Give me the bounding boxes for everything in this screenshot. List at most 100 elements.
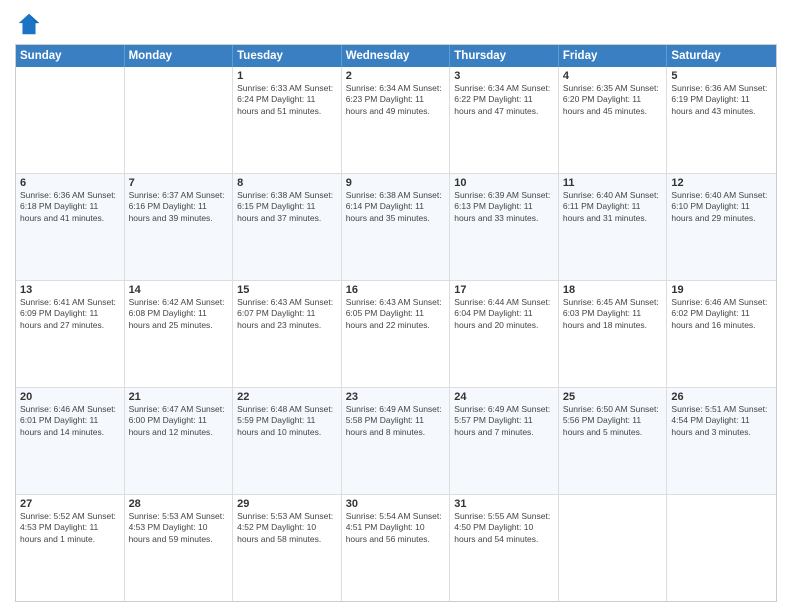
header-day-tuesday: Tuesday [233,45,342,67]
week-row-2: 6Sunrise: 6:36 AM Sunset: 6:18 PM Daylig… [16,174,776,281]
day-number: 20 [20,391,120,403]
cal-cell: 25Sunrise: 6:50 AM Sunset: 5:56 PM Dayli… [559,388,668,494]
week-row-4: 20Sunrise: 6:46 AM Sunset: 6:01 PM Dayli… [16,388,776,495]
cal-cell: 10Sunrise: 6:39 AM Sunset: 6:13 PM Dayli… [450,174,559,280]
cal-cell: 27Sunrise: 5:52 AM Sunset: 4:53 PM Dayli… [16,495,125,601]
day-detail: Sunrise: 6:43 AM Sunset: 6:05 PM Dayligh… [346,297,446,331]
cal-cell: 28Sunrise: 5:53 AM Sunset: 4:53 PM Dayli… [125,495,234,601]
cal-cell: 22Sunrise: 6:48 AM Sunset: 5:59 PM Dayli… [233,388,342,494]
calendar: SundayMondayTuesdayWednesdayThursdayFrid… [15,44,777,602]
day-number: 14 [129,284,229,296]
cal-cell [16,67,125,173]
day-number: 2 [346,70,446,82]
day-detail: Sunrise: 6:41 AM Sunset: 6:09 PM Dayligh… [20,297,120,331]
calendar-header: SundayMondayTuesdayWednesdayThursdayFrid… [16,45,776,67]
header-day-sunday: Sunday [16,45,125,67]
cal-cell: 17Sunrise: 6:44 AM Sunset: 6:04 PM Dayli… [450,281,559,387]
day-detail: Sunrise: 5:54 AM Sunset: 4:51 PM Dayligh… [346,511,446,545]
cal-cell: 3Sunrise: 6:34 AM Sunset: 6:22 PM Daylig… [450,67,559,173]
day-number: 19 [671,284,772,296]
cal-cell: 1Sunrise: 6:33 AM Sunset: 6:24 PM Daylig… [233,67,342,173]
day-detail: Sunrise: 5:51 AM Sunset: 4:54 PM Dayligh… [671,404,772,438]
day-number: 16 [346,284,446,296]
day-number: 8 [237,177,337,189]
cal-cell: 26Sunrise: 5:51 AM Sunset: 4:54 PM Dayli… [667,388,776,494]
day-detail: Sunrise: 6:33 AM Sunset: 6:24 PM Dayligh… [237,83,337,117]
day-number: 4 [563,70,663,82]
cal-cell: 18Sunrise: 6:45 AM Sunset: 6:03 PM Dayli… [559,281,668,387]
cal-cell: 31Sunrise: 5:55 AM Sunset: 4:50 PM Dayli… [450,495,559,601]
day-number: 11 [563,177,663,189]
day-detail: Sunrise: 5:52 AM Sunset: 4:53 PM Dayligh… [20,511,120,545]
day-number: 31 [454,498,554,510]
cal-cell: 2Sunrise: 6:34 AM Sunset: 6:23 PM Daylig… [342,67,451,173]
calendar-body: 1Sunrise: 6:33 AM Sunset: 6:24 PM Daylig… [16,67,776,601]
day-number: 26 [671,391,772,403]
day-detail: Sunrise: 6:38 AM Sunset: 6:15 PM Dayligh… [237,190,337,224]
day-number: 25 [563,391,663,403]
day-detail: Sunrise: 6:45 AM Sunset: 6:03 PM Dayligh… [563,297,663,331]
cal-cell: 19Sunrise: 6:46 AM Sunset: 6:02 PM Dayli… [667,281,776,387]
cal-cell: 16Sunrise: 6:43 AM Sunset: 6:05 PM Dayli… [342,281,451,387]
day-detail: Sunrise: 6:34 AM Sunset: 6:22 PM Dayligh… [454,83,554,117]
day-number: 1 [237,70,337,82]
day-number: 24 [454,391,554,403]
day-detail: Sunrise: 6:46 AM Sunset: 6:02 PM Dayligh… [671,297,772,331]
day-detail: Sunrise: 5:53 AM Sunset: 4:53 PM Dayligh… [129,511,229,545]
cal-cell: 30Sunrise: 5:54 AM Sunset: 4:51 PM Dayli… [342,495,451,601]
day-number: 9 [346,177,446,189]
cal-cell: 29Sunrise: 5:53 AM Sunset: 4:52 PM Dayli… [233,495,342,601]
day-detail: Sunrise: 6:37 AM Sunset: 6:16 PM Dayligh… [129,190,229,224]
day-number: 30 [346,498,446,510]
logo-icon [15,10,43,38]
day-detail: Sunrise: 6:49 AM Sunset: 5:58 PM Dayligh… [346,404,446,438]
page-header [15,10,777,38]
day-detail: Sunrise: 6:49 AM Sunset: 5:57 PM Dayligh… [454,404,554,438]
cal-cell: 6Sunrise: 6:36 AM Sunset: 6:18 PM Daylig… [16,174,125,280]
week-row-1: 1Sunrise: 6:33 AM Sunset: 6:24 PM Daylig… [16,67,776,174]
day-number: 10 [454,177,554,189]
cal-cell [667,495,776,601]
cal-cell: 15Sunrise: 6:43 AM Sunset: 6:07 PM Dayli… [233,281,342,387]
week-row-5: 27Sunrise: 5:52 AM Sunset: 4:53 PM Dayli… [16,495,776,601]
day-detail: Sunrise: 6:50 AM Sunset: 5:56 PM Dayligh… [563,404,663,438]
day-detail: Sunrise: 6:43 AM Sunset: 6:07 PM Dayligh… [237,297,337,331]
day-detail: Sunrise: 6:36 AM Sunset: 6:18 PM Dayligh… [20,190,120,224]
day-detail: Sunrise: 6:44 AM Sunset: 6:04 PM Dayligh… [454,297,554,331]
header-day-monday: Monday [125,45,234,67]
cal-cell: 21Sunrise: 6:47 AM Sunset: 6:00 PM Dayli… [125,388,234,494]
day-detail: Sunrise: 6:34 AM Sunset: 6:23 PM Dayligh… [346,83,446,117]
day-number: 7 [129,177,229,189]
day-number: 22 [237,391,337,403]
day-detail: Sunrise: 6:39 AM Sunset: 6:13 PM Dayligh… [454,190,554,224]
header-day-wednesday: Wednesday [342,45,451,67]
header-day-thursday: Thursday [450,45,559,67]
day-detail: Sunrise: 6:35 AM Sunset: 6:20 PM Dayligh… [563,83,663,117]
day-number: 29 [237,498,337,510]
day-detail: Sunrise: 6:38 AM Sunset: 6:14 PM Dayligh… [346,190,446,224]
day-number: 21 [129,391,229,403]
cal-cell: 20Sunrise: 6:46 AM Sunset: 6:01 PM Dayli… [16,388,125,494]
day-detail: Sunrise: 5:55 AM Sunset: 4:50 PM Dayligh… [454,511,554,545]
cal-cell: 24Sunrise: 6:49 AM Sunset: 5:57 PM Dayli… [450,388,559,494]
day-number: 13 [20,284,120,296]
cal-cell: 7Sunrise: 6:37 AM Sunset: 6:16 PM Daylig… [125,174,234,280]
cal-cell: 11Sunrise: 6:40 AM Sunset: 6:11 PM Dayli… [559,174,668,280]
cal-cell: 23Sunrise: 6:49 AM Sunset: 5:58 PM Dayli… [342,388,451,494]
day-number: 6 [20,177,120,189]
day-number: 28 [129,498,229,510]
day-detail: Sunrise: 6:42 AM Sunset: 6:08 PM Dayligh… [129,297,229,331]
header-day-friday: Friday [559,45,668,67]
day-detail: Sunrise: 6:46 AM Sunset: 6:01 PM Dayligh… [20,404,120,438]
day-number: 18 [563,284,663,296]
cal-cell [559,495,668,601]
day-number: 23 [346,391,446,403]
cal-cell: 9Sunrise: 6:38 AM Sunset: 6:14 PM Daylig… [342,174,451,280]
day-detail: Sunrise: 5:53 AM Sunset: 4:52 PM Dayligh… [237,511,337,545]
day-number: 3 [454,70,554,82]
day-number: 17 [454,284,554,296]
day-detail: Sunrise: 6:40 AM Sunset: 6:10 PM Dayligh… [671,190,772,224]
cal-cell: 8Sunrise: 6:38 AM Sunset: 6:15 PM Daylig… [233,174,342,280]
day-number: 12 [671,177,772,189]
day-detail: Sunrise: 6:48 AM Sunset: 5:59 PM Dayligh… [237,404,337,438]
